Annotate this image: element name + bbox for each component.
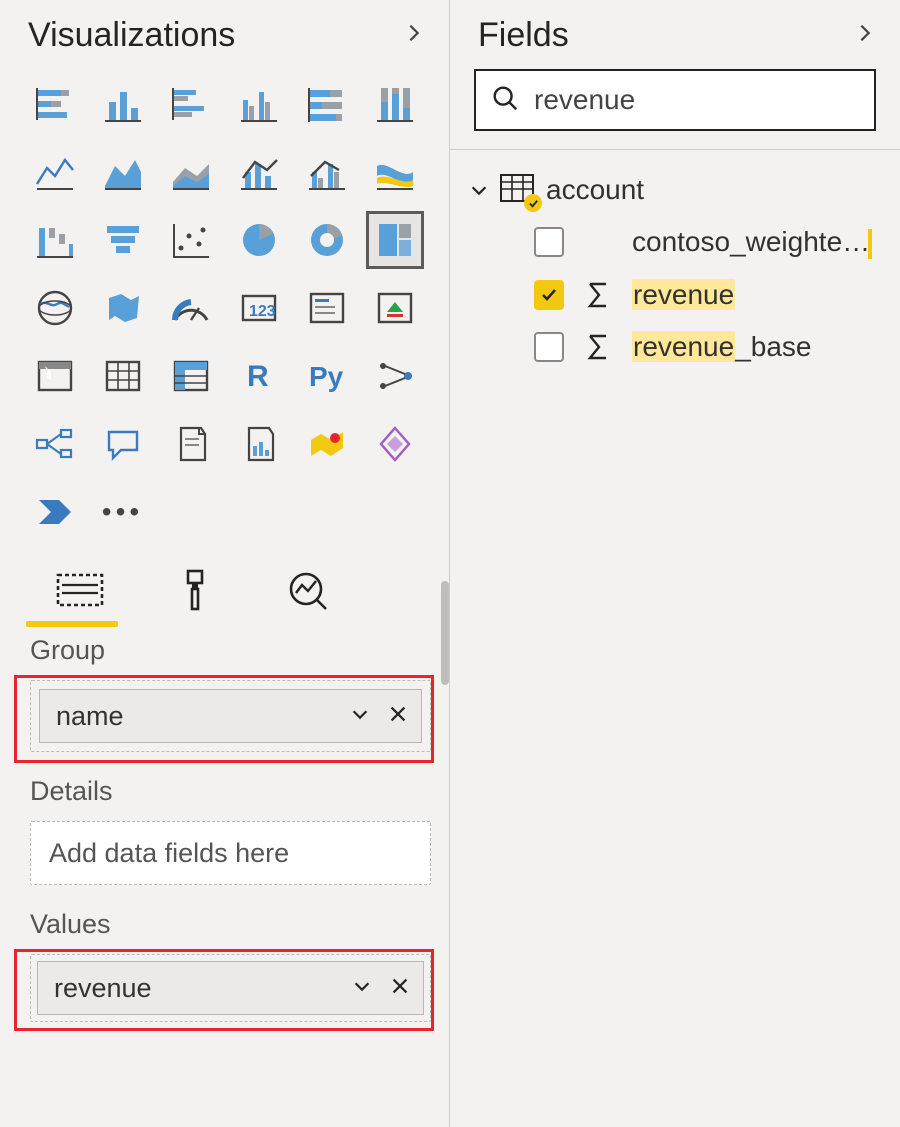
viz-line-stacked-column-icon[interactable] [230, 143, 288, 201]
fields-header: Fields [450, 0, 900, 69]
viz-table-icon[interactable] [94, 347, 152, 405]
chevron-down-icon[interactable] [349, 701, 371, 732]
checkmark-badge-icon [524, 194, 542, 212]
viz-python-icon[interactable]: Py [298, 347, 356, 405]
viz-key-influencers-icon[interactable] [366, 347, 424, 405]
group-field-pill[interactable]: name [39, 689, 422, 743]
viz-slicer-icon[interactable] [26, 347, 84, 405]
svg-text:Py: Py [309, 361, 344, 392]
viz-matrix-icon[interactable] [162, 347, 220, 405]
group-label: Group [30, 635, 431, 666]
viz-power-automate-icon[interactable] [26, 483, 84, 541]
viz-card-icon[interactable]: 123 [230, 279, 288, 337]
table-icon [500, 174, 536, 206]
viz-multirow-card-icon[interactable] [298, 279, 356, 337]
viz-clustered-bar-icon[interactable] [162, 75, 220, 133]
checkbox[interactable] [534, 332, 564, 362]
viz-paginated-report-icon[interactable] [230, 415, 288, 473]
viz-stacked-bar-icon[interactable] [26, 75, 84, 133]
search-icon [490, 83, 520, 118]
viz-stacked-area-icon[interactable] [162, 143, 220, 201]
viz-100-stacked-column-icon[interactable] [366, 75, 424, 133]
analytics-tab[interactable] [278, 567, 338, 627]
details-well: Details Add data fields here [30, 776, 431, 885]
remove-field-icon[interactable] [387, 701, 409, 732]
collapse-fields-icon[interactable] [854, 22, 876, 49]
viz-ribbon-icon[interactable] [366, 143, 424, 201]
viz-map-icon[interactable] [26, 279, 84, 337]
viz-treemap-icon[interactable] [366, 211, 424, 269]
sigma-icon [584, 333, 612, 361]
viz-stacked-column-icon[interactable] [94, 75, 152, 133]
fields-tab[interactable] [50, 567, 110, 627]
viz-clustered-column-icon[interactable] [230, 75, 288, 133]
visualization-gallery: 123 R Py ••• [0, 69, 449, 553]
svg-text:R: R [247, 360, 269, 393]
chevron-down-icon [468, 179, 490, 201]
fields-tree: account contoso_weighte… revenue revenue… [450, 172, 900, 373]
values-well: Values revenue [30, 909, 431, 1022]
group-field-value: name [56, 701, 124, 732]
viz-100-stacked-bar-icon[interactable] [298, 75, 356, 133]
viz-qna-icon[interactable] [94, 415, 152, 473]
visualizations-header: Visualizations [0, 0, 449, 69]
field-label: revenue_base [632, 331, 811, 363]
visualization-tabs [0, 553, 449, 627]
viz-waterfall-icon[interactable] [26, 211, 84, 269]
checkbox[interactable] [534, 227, 564, 257]
search-value: revenue [534, 84, 635, 116]
field-revenue-base[interactable]: revenue_base [468, 321, 882, 373]
sigma-icon [584, 281, 612, 309]
viz-power-apps-icon[interactable] [366, 415, 424, 473]
values-field-pill[interactable]: revenue [37, 961, 424, 1015]
viz-pie-icon[interactable] [230, 211, 288, 269]
visualizations-pane: Visualizations 123 [0, 0, 450, 1127]
viz-line-icon[interactable] [26, 143, 84, 201]
fields-pane: Fields revenue account contoso_weighte… [450, 0, 900, 1127]
viz-decomposition-tree-icon[interactable] [26, 415, 84, 473]
field-contoso-weighted[interactable]: contoso_weighte… [468, 216, 882, 269]
viz-area-icon[interactable] [94, 143, 152, 201]
fields-title: Fields [478, 16, 569, 55]
values-field-value: revenue [54, 973, 152, 1004]
viz-line-clustered-column-icon[interactable] [298, 143, 356, 201]
checkbox-checked[interactable] [534, 280, 564, 310]
remove-field-icon[interactable] [389, 973, 411, 1004]
field-wells: Group name Details Add data fields here … [0, 627, 449, 1046]
format-tab[interactable] [164, 567, 224, 627]
chevron-down-icon[interactable] [351, 973, 373, 1004]
viz-kpi-icon[interactable] [366, 279, 424, 337]
collapse-visualizations-icon[interactable] [403, 22, 425, 49]
group-well: Group name [30, 635, 431, 752]
viz-gauge-icon[interactable] [162, 279, 220, 337]
viz-donut-icon[interactable] [298, 211, 356, 269]
viz-arcgis-map-icon[interactable] [298, 415, 356, 473]
field-label: revenue [632, 279, 735, 311]
viz-filled-map-icon[interactable] [94, 279, 152, 337]
divider [450, 149, 900, 150]
values-label: Values [30, 909, 431, 940]
visualizations-title: Visualizations [28, 16, 235, 55]
table-name: account [546, 174, 644, 206]
details-dropzone[interactable]: Add data fields here [30, 821, 431, 885]
details-label: Details [30, 776, 431, 807]
viz-scatter-icon[interactable] [162, 211, 220, 269]
svg-text:123: 123 [249, 303, 276, 320]
viz-funnel-icon[interactable] [94, 211, 152, 269]
scrollbar-thumb[interactable] [441, 581, 449, 685]
viz-get-more-icon[interactable]: ••• [94, 483, 152, 541]
viz-smart-narrative-icon[interactable] [162, 415, 220, 473]
table-account[interactable]: account [468, 172, 882, 216]
viz-r-script-icon[interactable]: R [230, 347, 288, 405]
details-placeholder: Add data fields here [49, 838, 289, 869]
field-revenue[interactable]: revenue [468, 269, 882, 321]
fields-search-input[interactable]: revenue [474, 69, 876, 131]
field-label: contoso_weighte… [632, 226, 872, 259]
